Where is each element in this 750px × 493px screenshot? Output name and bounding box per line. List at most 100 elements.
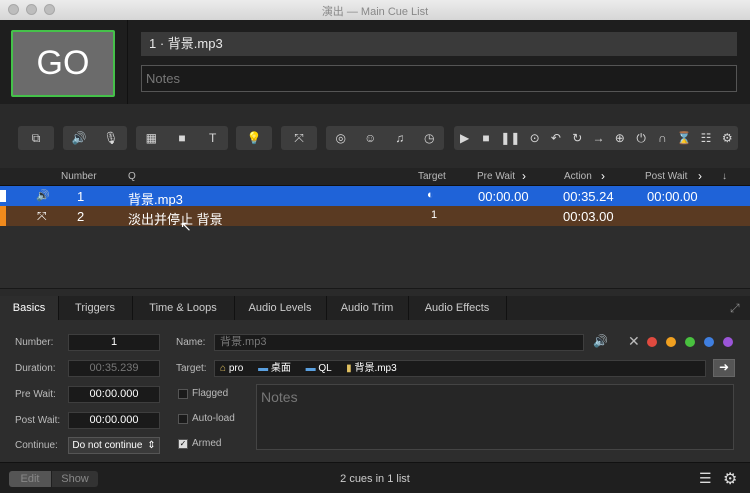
lightbulb-icon[interactable]: 💡 (247, 131, 262, 145)
playhead-marker (0, 190, 6, 202)
target-label: Target: (176, 363, 207, 374)
path-segment: 背景.mp3 (354, 363, 397, 374)
file-icon: ▮ (346, 363, 352, 374)
reset-icon[interactable]: ↶ (549, 131, 563, 145)
inspector-basics: Number: 1 Duration: 00:35.239 Pre Wait: … (0, 320, 750, 462)
cue-color-flag (0, 206, 6, 226)
audio-cue-icon: 🔊 (36, 190, 50, 202)
film-icon[interactable]: ▦ (144, 131, 158, 145)
number-field[interactable]: 1 (68, 334, 160, 351)
color-green-swatch[interactable] (685, 337, 695, 347)
fade-icon[interactable]: ⤧ (292, 131, 306, 146)
mic-icon[interactable]: 🎙 (103, 131, 118, 145)
column-header-pre-wait[interactable]: Pre Wait (477, 171, 515, 182)
cue-notes-field[interactable]: Notes (141, 65, 737, 92)
status-bar: Edit Show 2 cues in 1 list ☰ ⚙ (0, 462, 750, 493)
autoload-checkbox[interactable] (178, 414, 188, 424)
show-mode-button[interactable]: Show (52, 471, 98, 487)
inspector-notes-field[interactable]: Notes (256, 384, 734, 450)
target-icon[interactable]: ⊕ (613, 131, 627, 145)
color-blue-swatch[interactable] (704, 337, 714, 347)
path-segment: pro (228, 363, 244, 374)
audio-target-icon: ◐ (427, 189, 434, 201)
number-label: Number: (15, 337, 54, 348)
arrow-right-icon[interactable]: ➜ (713, 359, 735, 377)
toolbar-group-video: ▦ ■ T (136, 126, 228, 150)
chevron-right-icon[interactable]: › (601, 169, 605, 183)
camera-icon[interactable]: ■ (175, 131, 189, 145)
group-icon[interactable]: ⧉ (29, 131, 43, 146)
disarm-icon[interactable]: ∩ (655, 131, 669, 145)
midi-icon[interactable]: ☺ (363, 131, 377, 145)
tab-audio-trim[interactable]: Audio Trim (326, 296, 409, 320)
column-header-action[interactable]: Action (564, 171, 592, 182)
continue-select-value: Do not continue (72, 440, 143, 451)
flagged-label: Flagged (192, 388, 229, 399)
speaker-icon[interactable]: 🔊 (71, 131, 86, 145)
cue-name: 淡出并停止 背景 (128, 212, 223, 227)
music-note-icon[interactable]: ♫ (393, 131, 407, 145)
cue-row[interactable]: ⤧ 2 淡出并停止 背景 1 00:03.00 (0, 206, 750, 227)
fade-cue-icon: ⤧ (37, 209, 47, 223)
cue-row[interactable]: 🔊 1 背景.mp3 ◐ 00:00.00 00:35.24 00:00.00 (0, 186, 750, 207)
column-header-number[interactable]: Number (61, 171, 97, 182)
postwait-field[interactable]: 00:00.000 (68, 412, 160, 429)
goto-icon[interactable]: → (592, 131, 606, 145)
target-path[interactable]: ⌂ pro ▬ 桌面 ▬ QL ▮ 背景.mp3 (214, 360, 706, 377)
armed-label: Armed (192, 438, 222, 449)
toolbar-group-group: ⧉ (18, 126, 54, 150)
popout-icon[interactable]: ⤢ (730, 301, 740, 316)
color-purple-swatch[interactable] (723, 337, 733, 347)
folder-icon: ▬ (305, 363, 316, 374)
tab-triggers[interactable]: Triggers (58, 296, 133, 320)
edit-mode-button[interactable]: Edit (9, 471, 51, 487)
tab-audio-effects[interactable]: Audio Effects (408, 296, 507, 320)
go-button[interactable]: GO (11, 30, 115, 97)
memo-icon[interactable]: ☷ (699, 131, 713, 145)
wait-icon[interactable]: ⌛ (677, 131, 692, 145)
current-cue-name[interactable]: 1 · 背景.mp3 (141, 32, 737, 56)
pause-icon[interactable]: ❚❚ (500, 131, 520, 145)
devamp-icon[interactable]: ↻ (570, 131, 584, 145)
prewait-field[interactable]: 00:00.000 (68, 386, 160, 403)
tab-audio-levels[interactable]: Audio Levels (234, 296, 327, 320)
cue-list-header: Number Q Target Pre Wait › Action › Post… (0, 168, 750, 186)
toolbar-group-control: ◎ ☺ ♫ ◷ (326, 126, 444, 150)
column-header-q[interactable]: Q (128, 171, 136, 182)
list-view-icon[interactable]: ☰ (699, 470, 712, 487)
column-header-post-wait[interactable]: Post Wait (645, 171, 687, 182)
toolbar-group-audio: 🔊 🎙 (63, 126, 127, 150)
continue-select[interactable]: Do not continue ⇕ (68, 437, 160, 454)
arm-icon[interactable]: ⏻ (634, 131, 648, 146)
title-bar: 演出 — Main Cue List (0, 0, 750, 21)
load-icon[interactable]: ⊙ (528, 131, 542, 145)
color-red-swatch[interactable] (647, 337, 657, 347)
text-icon[interactable]: T (206, 131, 220, 145)
color-orange-swatch[interactable] (666, 337, 676, 347)
cue-count-status: 2 cues in 1 list (340, 473, 410, 485)
clear-color-icon[interactable]: ✕ (628, 333, 640, 350)
script-icon[interactable]: ⚙ (720, 131, 734, 145)
home-icon: ⌂ (220, 363, 227, 374)
play-icon[interactable]: ▶ (458, 131, 472, 145)
stop-icon[interactable]: ■ (479, 131, 493, 145)
duration-label: Duration: (15, 363, 56, 374)
chevron-right-icon[interactable]: › (522, 169, 526, 183)
name-field[interactable]: 背景.mp3 (214, 334, 584, 351)
duration-field[interactable]: 00:35.239 (68, 360, 160, 377)
armed-checkbox[interactable]: ✓ (178, 439, 188, 449)
tab-basics[interactable]: Basics (0, 296, 59, 320)
clock-icon[interactable]: ◷ (422, 131, 436, 145)
gear-icon[interactable]: ⚙ (723, 469, 737, 489)
speaker-icon: 🔊 (593, 334, 608, 348)
cue-action: 00:03.00 (563, 209, 614, 224)
sort-down-icon[interactable]: ↓ (722, 171, 727, 182)
column-header-target[interactable]: Target (418, 171, 446, 182)
cue-list: Number Q Target Pre Wait › Action › Post… (0, 168, 750, 288)
tab-time-loops[interactable]: Time & Loops (132, 296, 235, 320)
flagged-checkbox[interactable] (178, 389, 188, 399)
network-icon[interactable]: ◎ (334, 131, 348, 145)
workspace-header: GO 1 · 背景.mp3 Notes (0, 20, 750, 104)
cue-number: 1 (77, 189, 85, 204)
chevron-right-icon[interactable]: › (698, 169, 702, 183)
